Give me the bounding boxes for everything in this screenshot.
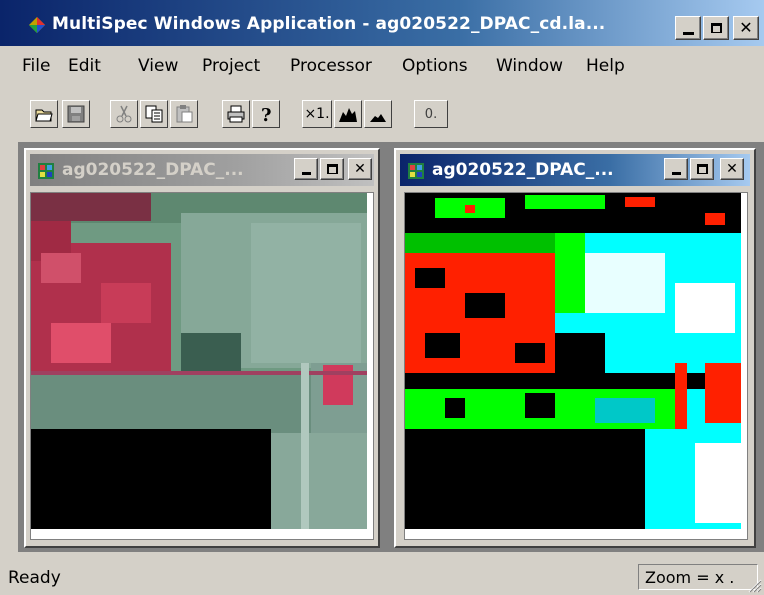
zoom-x1-icon: ×1. — [304, 106, 330, 122]
copy-button[interactable] — [140, 100, 168, 128]
open-folder-icon — [35, 109, 53, 122]
paste-icon — [176, 105, 193, 123]
open-button[interactable] — [30, 100, 58, 128]
child-close-button[interactable]: ✕ — [720, 158, 744, 180]
close-icon: ✕ — [739, 18, 753, 37]
minimize-button[interactable] — [675, 16, 701, 40]
paste-button[interactable] — [170, 100, 198, 128]
close-button[interactable]: ✕ — [733, 16, 759, 40]
menu-options[interactable]: Options — [402, 56, 468, 76]
multispec-app-icon — [29, 17, 45, 33]
maximize-icon — [710, 23, 722, 33]
zoom-x1-button[interactable]: ×1. — [302, 100, 332, 128]
zoom-in-icon — [339, 108, 357, 122]
child-maximize-button[interactable] — [690, 158, 714, 180]
help-button[interactable]: ? — [252, 100, 280, 128]
status-bar: Ready Zoom = x . — [0, 560, 764, 595]
cut-button[interactable] — [110, 100, 138, 128]
image-window-icon — [38, 163, 54, 179]
child-title-bar[interactable]: ag020522_DPAC_... ✕ — [30, 154, 374, 186]
svg-text:?: ? — [261, 105, 272, 124]
close-icon: ✕ — [354, 161, 366, 177]
menu-window[interactable]: Window — [496, 56, 563, 76]
classification-map-image — [405, 193, 745, 533]
zoom-out-button[interactable] — [364, 100, 392, 128]
zoom-in-button[interactable] — [334, 100, 362, 128]
child-title: ag020522_DPAC_... — [62, 160, 244, 180]
minimize-icon — [301, 172, 311, 175]
cut-icon — [116, 105, 132, 123]
child-close-button[interactable]: ✕ — [348, 158, 372, 180]
image-window-original[interactable]: ag020522_DPAC_... ✕ — [24, 148, 380, 548]
image-window-icon — [408, 163, 424, 179]
zoom-status-panel: Zoom = x . — [638, 564, 758, 590]
cir-image — [31, 193, 371, 533]
child-title-bar[interactable]: ag020522_DPAC_... ✕ — [400, 154, 750, 186]
overlay-dropdown-button[interactable]: 0. — [414, 100, 448, 128]
save-icon — [67, 105, 85, 123]
image-view-original[interactable] — [30, 192, 374, 540]
menu-help[interactable]: Help — [586, 56, 625, 76]
close-icon: ✕ — [726, 161, 738, 177]
minimize-icon — [671, 172, 681, 175]
child-title: ag020522_DPAC_... — [432, 160, 614, 180]
toolbar: ? ×1. 0. — [0, 88, 764, 140]
print-button[interactable] — [222, 100, 250, 128]
minimize-icon — [682, 31, 694, 35]
app-title-bar[interactable]: MultiSpec Windows Application - ag020522… — [0, 0, 764, 46]
menu-view[interactable]: View — [138, 56, 178, 76]
menu-processor[interactable]: Processor — [290, 56, 372, 76]
child-maximize-button[interactable] — [320, 158, 344, 180]
menu-bar: File Edit View Project Processor Options… — [0, 52, 764, 82]
maximize-button[interactable] — [703, 16, 729, 40]
image-window-classified[interactable]: ag020522_DPAC_... ✕ — [394, 148, 756, 548]
print-icon — [227, 105, 245, 123]
child-minimize-button[interactable] — [664, 158, 688, 180]
save-button[interactable] — [62, 100, 90, 128]
resize-grip-icon[interactable] — [746, 577, 762, 593]
image-view-classified[interactable] — [404, 192, 748, 540]
status-text: Ready — [8, 568, 61, 588]
child-minimize-button[interactable] — [294, 158, 318, 180]
menu-file[interactable]: File — [22, 56, 50, 76]
copy-icon — [145, 105, 163, 123]
menu-edit[interactable]: Edit — [68, 56, 101, 76]
maximize-icon — [696, 164, 708, 174]
overlay-dropdown-icon: 0. — [424, 106, 438, 122]
maximize-icon — [326, 164, 338, 174]
zoom-out-icon — [370, 114, 386, 122]
help-icon: ? — [261, 105, 272, 124]
menu-project[interactable]: Project — [202, 56, 260, 76]
app-title: MultiSpec Windows Application - ag020522… — [52, 14, 606, 34]
